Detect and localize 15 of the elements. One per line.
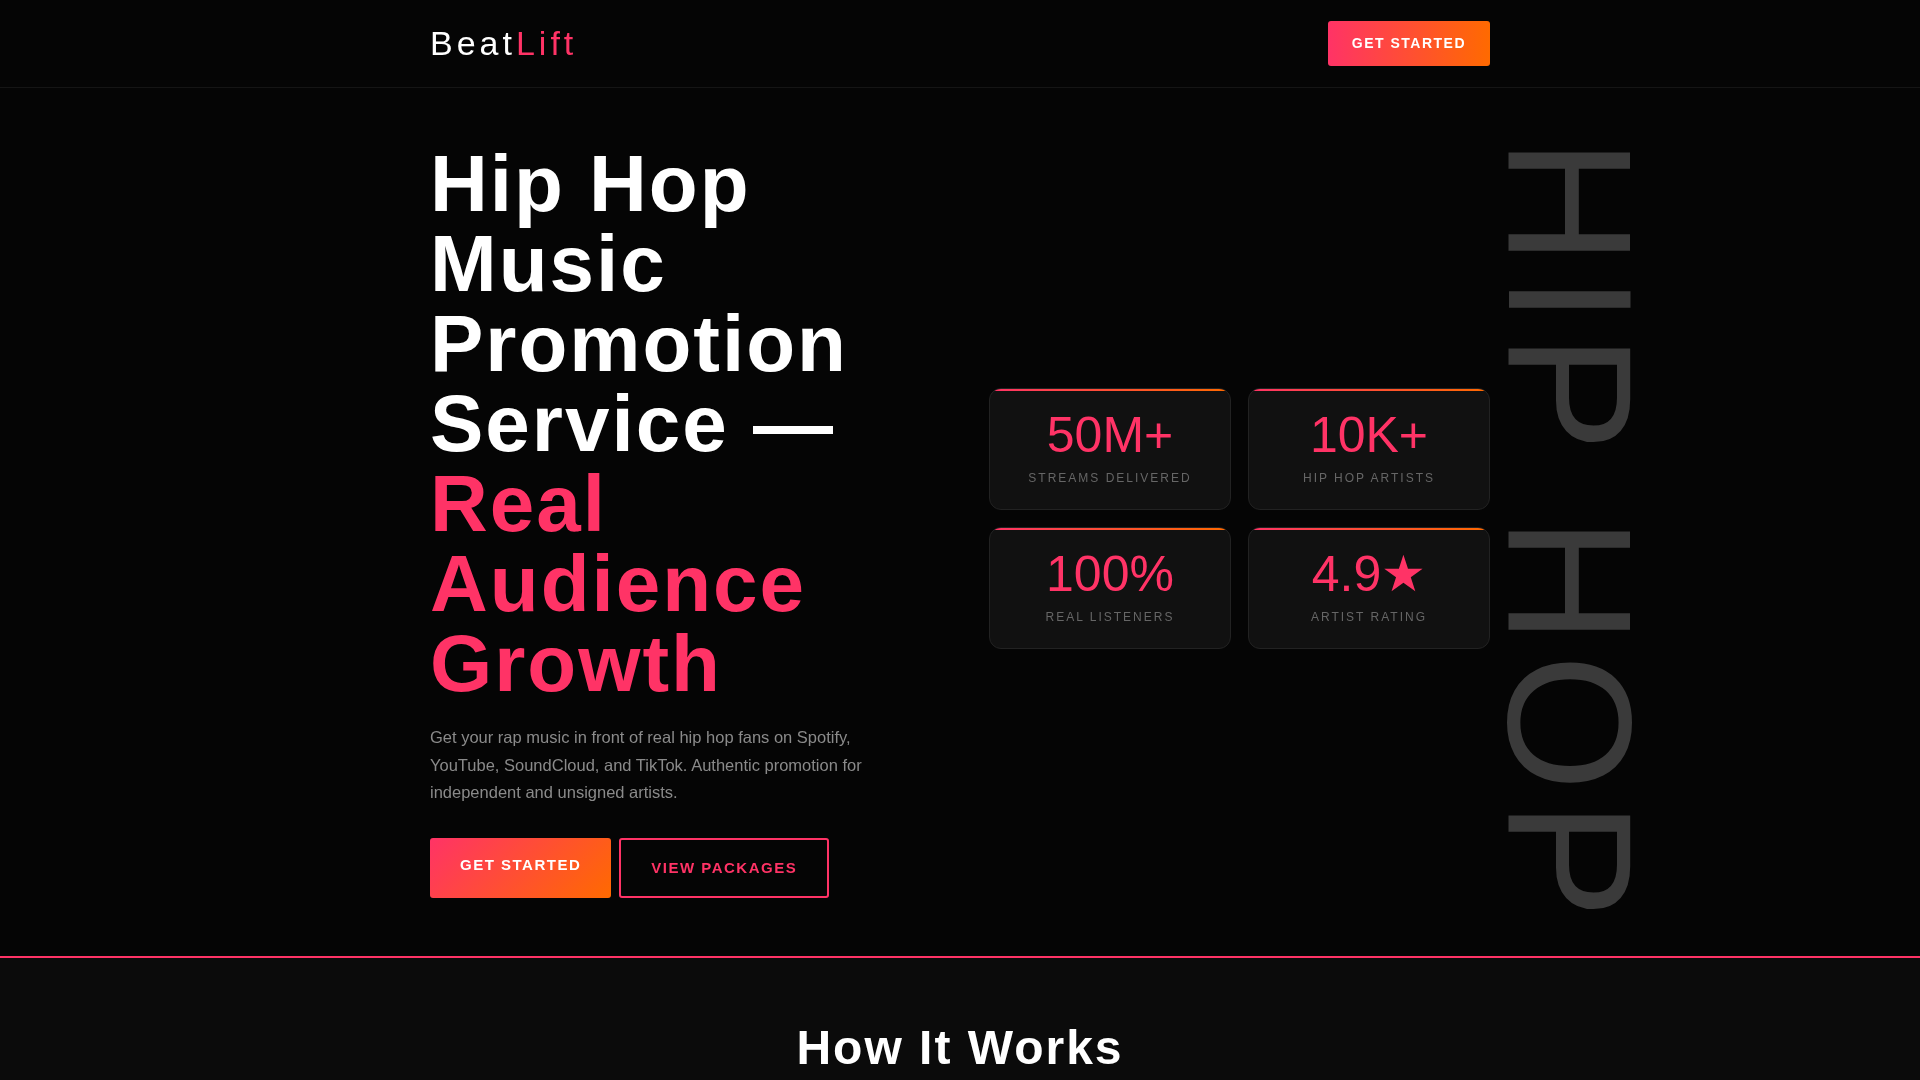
stat-value: 4.9★: [1310, 546, 1428, 602]
logo[interactable]: BeatLift: [430, 18, 578, 69]
hero-heading: Hip Hop Music Promotion Service — Real Audience Growth: [430, 144, 849, 704]
section-heading: How It Works: [795, 1020, 1125, 1076]
stat-value: 10K+: [1308, 407, 1430, 463]
stat-label: ARTIST RATING: [1310, 609, 1428, 626]
stat-label: HIP HOP ARTISTS: [1301, 470, 1436, 487]
view-packages-button[interactable]: VIEW PACKAGES: [619, 837, 830, 898]
get-started-button[interactable]: GET STARTED: [430, 837, 612, 898]
stat-label: REAL LISTENERS: [1044, 609, 1176, 626]
stat-label: STREAMS DELIVERED: [1027, 470, 1193, 487]
hero-description: Get your rap music in front of real hip hop fans on Spotify, YouTube, SoundCloud, and TikTok. Authentic promotion for independent and unsigned artists.: [430, 727, 863, 803]
stat-value: 50M+: [1045, 407, 1175, 463]
get-started-button[interactable]: GET STARTED: [1327, 21, 1490, 66]
stat-value: 100%: [1045, 546, 1175, 602]
